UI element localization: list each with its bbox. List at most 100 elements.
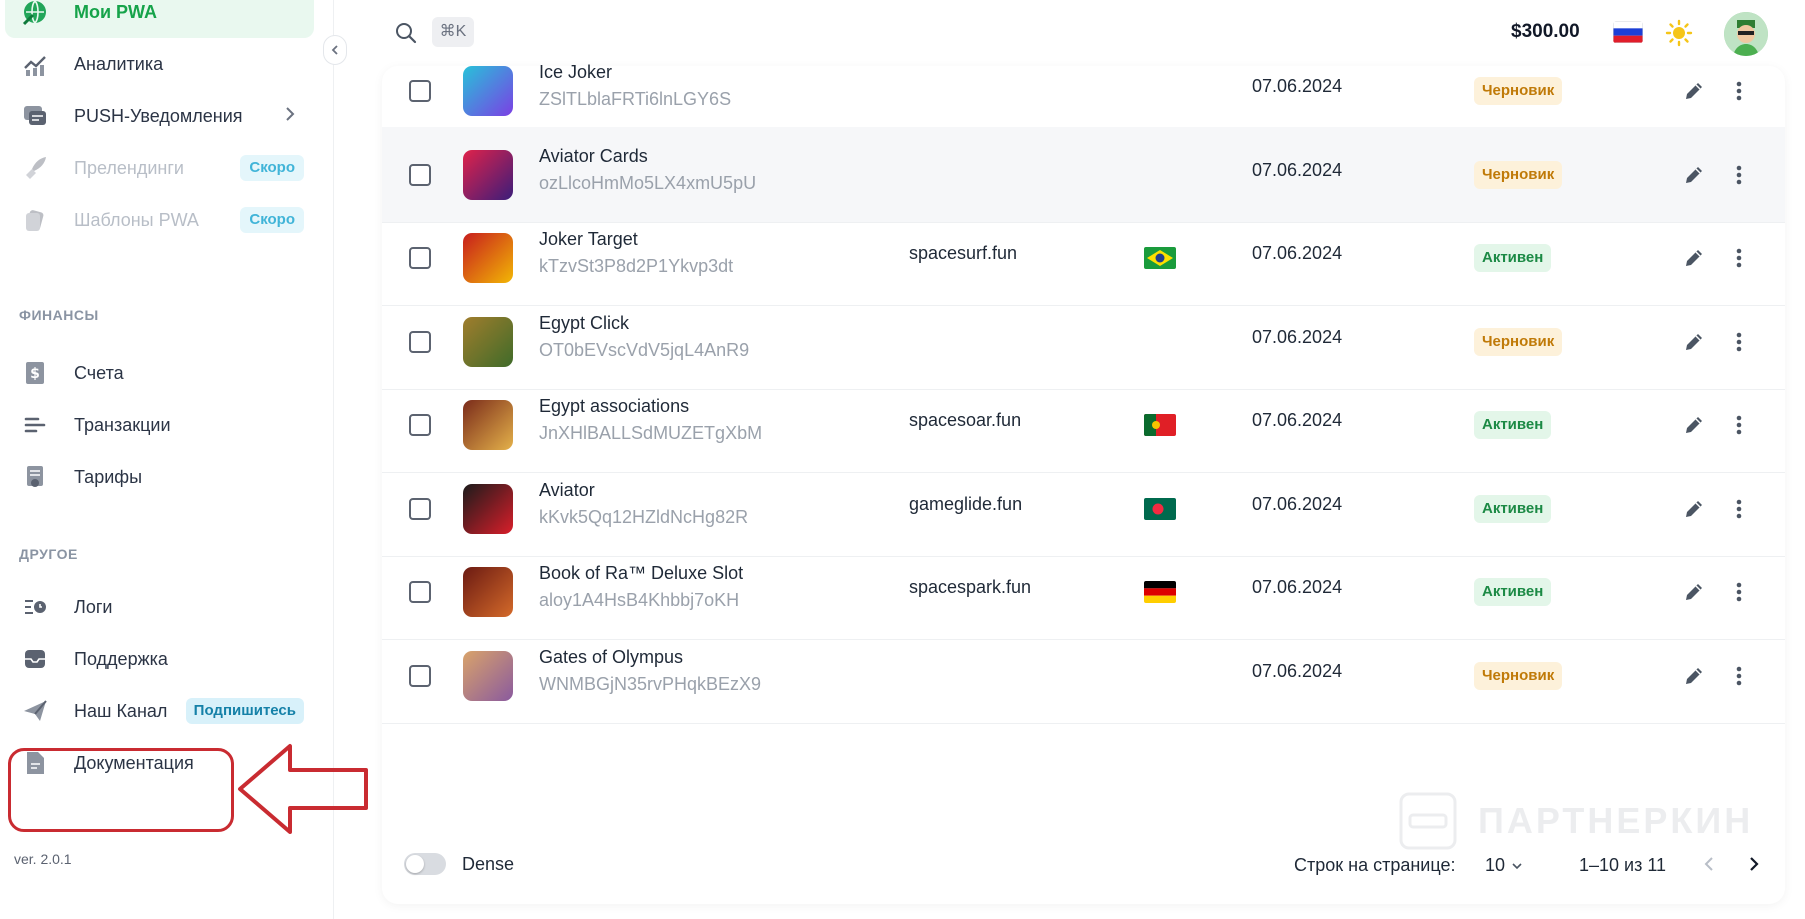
more-vertical-icon[interactable] xyxy=(1729,413,1749,442)
country-flag-de xyxy=(1144,581,1176,603)
more-vertical-icon[interactable] xyxy=(1729,497,1749,526)
app-version: ver. 2.0.1 xyxy=(14,851,72,867)
dense-toggle[interactable] xyxy=(404,853,446,875)
sidebar-item-my-pwa[interactable]: Мои PWA xyxy=(5,0,314,38)
app-name[interactable]: Egypt Click xyxy=(539,313,629,334)
edit-pencil-icon[interactable] xyxy=(1682,330,1706,359)
app-domain: spacespark.fun xyxy=(909,577,1032,597)
app-icon xyxy=(463,400,513,450)
app-id: kTzvSt3P8d2P1Ykvp3dt xyxy=(539,256,734,276)
app-name[interactable]: Book of Ra™ Deluxe Slot xyxy=(539,563,743,584)
sidebar-item-label: Тарифы xyxy=(74,466,143,487)
watermark-logo-icon xyxy=(1399,792,1457,850)
sidebar-item-support[interactable]: Поддержка xyxy=(5,633,314,685)
created-date: 07.06.2024 xyxy=(1252,160,1343,180)
more-vertical-icon[interactable] xyxy=(1729,246,1749,275)
sidebar-item-logs[interactable]: Логи xyxy=(5,581,314,633)
country-flag-br xyxy=(1144,247,1176,269)
row-checkbox[interactable] xyxy=(409,665,431,687)
more-vertical-icon[interactable] xyxy=(1729,580,1749,609)
row-checkbox[interactable] xyxy=(409,581,431,603)
row-checkbox[interactable] xyxy=(409,164,431,186)
edit-pencil-icon[interactable] xyxy=(1682,497,1706,526)
sidebar-item-push[interactable]: PUSH-Уведомления xyxy=(5,90,314,142)
watermark: ПАРТНЕРКИН xyxy=(1398,791,1753,851)
row-checkbox[interactable] xyxy=(409,331,431,353)
created-date: 07.06.2024 xyxy=(1252,76,1343,96)
invoice-icon: $ xyxy=(20,358,50,388)
country-flag-bd xyxy=(1144,498,1176,520)
created-date: 07.06.2024 xyxy=(1252,494,1343,514)
soon-badge: Скоро xyxy=(240,207,304,233)
status-badge: Активен xyxy=(1474,244,1552,272)
edit-pencil-icon[interactable] xyxy=(1682,163,1706,192)
app-id: ozLlcoHmMo5LX4xmU5pU xyxy=(539,173,757,193)
more-vertical-icon[interactable] xyxy=(1729,79,1749,108)
table-row[interactable]: Book of Ra™ Deluxe Slot aloy1A4HsB4Khbbj7… xyxy=(382,544,1785,640)
sidebar-item-prelanding[interactable]: Прелендинги Скоро xyxy=(5,142,314,194)
table-row[interactable]: Ice Joker ZSlTLblaFRTi6lnLGY6S 07.06.2024 Ч… xyxy=(382,43,1785,139)
rows-per-page-label: Строк на странице: xyxy=(1294,855,1456,875)
edit-pencil-icon[interactable] xyxy=(1682,246,1706,275)
sidebar-item-tariffs[interactable]: Тарифы xyxy=(5,451,314,503)
tariff-icon xyxy=(20,462,50,492)
app-name[interactable]: Aviator xyxy=(539,480,595,501)
sidebar-item-transactions[interactable]: Транзакции xyxy=(5,399,314,451)
sidebar-item-label: Счета xyxy=(74,362,124,383)
table-row[interactable]: Egypt associations JnXHlBALLSdMUZETgXbM sp… xyxy=(382,377,1785,473)
table-row[interactable]: Aviator kKvk5Qq12HZldNcHg82R gameglide.fun… xyxy=(382,461,1785,557)
table-row[interactable]: Aviator Cards ozLlcoHmMo5LX4xmU5pU 07.06.2… xyxy=(382,127,1785,223)
logs-icon xyxy=(20,592,50,622)
row-checkbox[interactable] xyxy=(409,414,431,436)
app-domain: spacesurf.fun xyxy=(909,243,1018,263)
edit-pencil-icon[interactable] xyxy=(1682,580,1706,609)
subscribe-badge[interactable]: Подпишитесь xyxy=(185,698,304,724)
app-icon xyxy=(463,66,513,116)
pagination-range: 1–10 из 11 xyxy=(1579,855,1667,875)
table-row[interactable]: Joker Target kTzvSt3P8d2P1Ykvp3dt spacesur… xyxy=(382,210,1785,306)
sidebar-item-invoices[interactable]: $ Счета xyxy=(5,347,314,399)
app-name[interactable]: Aviator Cards xyxy=(539,146,648,167)
status-badge: Черновик xyxy=(1474,161,1563,189)
more-vertical-icon[interactable] xyxy=(1729,664,1749,693)
rows-per-page-select[interactable]: 10 xyxy=(1485,855,1523,876)
edit-pencil-icon[interactable] xyxy=(1682,79,1706,108)
row-checkbox[interactable] xyxy=(409,498,431,520)
created-date: 07.06.2024 xyxy=(1252,327,1343,347)
app-id: WNMBGjN35rvPHqkBEzX9 xyxy=(539,674,762,694)
chevron-right-icon xyxy=(280,104,300,124)
app-name[interactable]: Gates of Olympus xyxy=(539,647,683,668)
sidebar-item-analytics[interactable]: Аналитика xyxy=(5,38,314,90)
app-name[interactable]: Ice Joker xyxy=(539,62,612,83)
edit-pencil-icon[interactable] xyxy=(1682,664,1706,693)
sidebar-item-label: Поддержка xyxy=(74,648,168,669)
sidebar-item-label: Прелендинги xyxy=(74,157,184,178)
table-row[interactable]: Gates of Olympus WNMBGjN35rvPHqkBEzX9 07.0… xyxy=(382,628,1785,724)
chart-icon xyxy=(20,49,50,79)
previous-page-button[interactable] xyxy=(1699,854,1719,879)
app-icon xyxy=(463,567,513,617)
row-checkbox[interactable] xyxy=(409,247,431,269)
row-checkbox[interactable] xyxy=(409,80,431,102)
app-name[interactable]: Egypt associations xyxy=(539,396,689,417)
watermark-text: ПАРТНЕРКИН xyxy=(1478,800,1754,841)
table-row[interactable]: Egypt Click OT0bEVscVdV5jqL4AnR9 07.06.202… xyxy=(382,294,1785,390)
section-title-finance: ФИНАНСЫ xyxy=(19,307,99,323)
rocket-icon xyxy=(20,153,50,183)
status-badge: Черновик xyxy=(1474,77,1563,105)
dense-label: Dense xyxy=(462,854,515,874)
sidebar-item-templates[interactable]: Шаблоны PWA Скоро xyxy=(5,194,314,246)
list-icon xyxy=(20,410,50,440)
language-flag-ru[interactable] xyxy=(1613,21,1643,43)
next-page-button[interactable] xyxy=(1744,854,1764,879)
edit-pencil-icon[interactable] xyxy=(1682,413,1706,442)
section-title-other: ДРУГОЕ xyxy=(19,546,78,562)
annotation-highlight-box xyxy=(8,748,234,832)
app-id: ZSlTLblaFRTi6lnLGY6S xyxy=(539,89,732,109)
more-vertical-icon[interactable] xyxy=(1729,330,1749,359)
app-id: aloy1A4HsB4Khbbj7oKH xyxy=(539,590,740,610)
sidebar-item-channel[interactable]: Наш Канал Подпишитесь xyxy=(5,685,314,737)
chevron-right-icon xyxy=(1750,857,1759,871)
more-vertical-icon[interactable] xyxy=(1729,163,1749,192)
app-name[interactable]: Joker Target xyxy=(539,229,638,250)
